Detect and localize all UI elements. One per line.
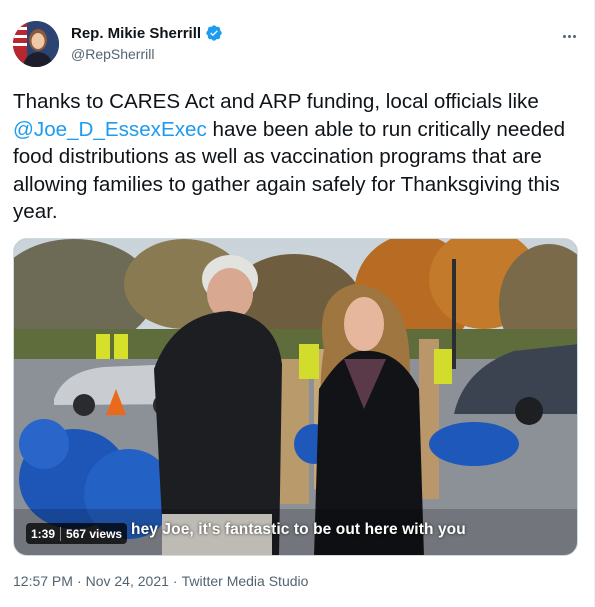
display-name[interactable]: Rep. Mikie Sherrill	[71, 25, 201, 42]
video-caption: hey Joe, it's fantastic to be out here w…	[131, 521, 466, 538]
name-row: Rep. Mikie Sherrill	[71, 24, 223, 42]
tweet-source[interactable]: Twitter Media Studio	[182, 573, 309, 589]
user-handle[interactable]: @RepSherrill	[71, 46, 223, 62]
video-stats-badge: 1:39 567 views	[26, 523, 128, 544]
verified-badge-icon	[205, 24, 223, 42]
avatar[interactable]	[13, 21, 59, 67]
meta-separator-2: ·	[172, 573, 178, 589]
meta-separator: ·	[76, 573, 82, 589]
tweet-date[interactable]: Nov 24, 2021	[86, 573, 169, 589]
badge-divider	[60, 526, 62, 541]
video-views: 567 views	[66, 526, 123, 541]
video-duration: 1:39	[31, 526, 56, 541]
tweet-text: Thanks to CARES Act and ARP funding, loc…	[13, 88, 578, 226]
mention-link[interactable]: @Joe_D_EssexExec	[13, 118, 207, 141]
tweet-card: Rep. Mikie Sherrill @RepSherrill Thanks …	[0, 0, 595, 607]
tweet-meta: 12:57 PM · Nov 24, 2021 · Twitter Media …	[13, 573, 308, 589]
tweet-time[interactable]: 12:57 PM	[13, 573, 73, 589]
more-options-icon[interactable]	[557, 26, 581, 46]
tweet-text-before: Thanks to CARES Act and ARP funding, loc…	[13, 90, 539, 113]
author-info: Rep. Mikie Sherrill @RepSherrill	[71, 24, 223, 62]
video-thumbnail	[14, 239, 577, 555]
video-player[interactable]	[13, 238, 578, 556]
